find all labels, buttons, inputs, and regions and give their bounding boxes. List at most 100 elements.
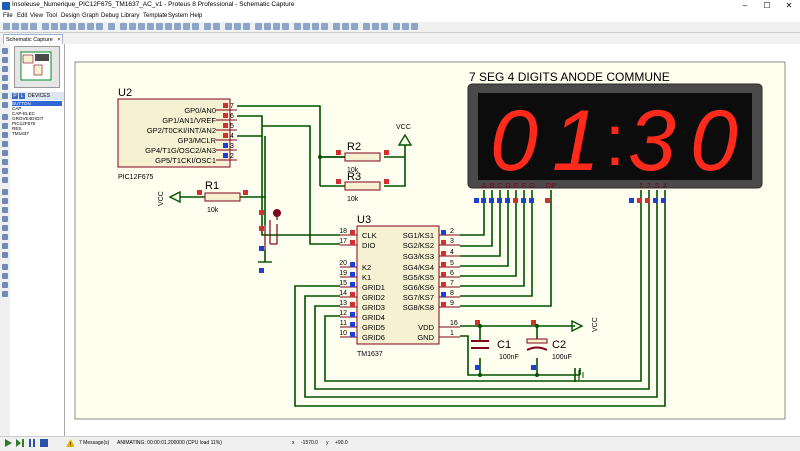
erc-icon[interactable] — [402, 23, 409, 30]
refresh-icon[interactable] — [120, 23, 127, 30]
pan-icon[interactable] — [156, 23, 163, 30]
crosshair-icon[interactable] — [147, 23, 154, 30]
2d-line-icon[interactable] — [2, 189, 8, 195]
menu-file[interactable]: File — [3, 13, 13, 19]
2d-text-icon[interactable] — [2, 234, 8, 240]
button-knob-icon[interactable] — [273, 209, 281, 217]
menu-library[interactable]: Library — [121, 13, 139, 19]
menu-system[interactable]: System — [168, 13, 188, 19]
step-icon[interactable] — [16, 439, 24, 447]
stop-icon[interactable] — [40, 439, 48, 447]
netlist-icon[interactable] — [411, 23, 418, 30]
undo-icon[interactable] — [204, 23, 211, 30]
pcb-icon[interactable] — [60, 23, 67, 30]
block-rotate-icon[interactable] — [273, 23, 280, 30]
virtual-instruments-icon[interactable] — [2, 177, 8, 183]
current-probe-icon[interactable] — [2, 168, 8, 174]
text-script-mode-icon[interactable] — [2, 84, 8, 90]
voltage-probe-icon[interactable] — [2, 159, 8, 165]
graph-mode-icon[interactable] — [2, 132, 8, 138]
source-icon[interactable] — [96, 23, 103, 30]
new-icon[interactable] — [3, 23, 10, 30]
menu-graph[interactable]: Graph — [82, 13, 99, 19]
property-tool-icon[interactable] — [351, 23, 358, 30]
zoom-in-icon[interactable] — [165, 23, 172, 30]
3d-icon[interactable] — [69, 23, 76, 30]
component-mode-icon[interactable] — [2, 57, 8, 63]
minimize-icon[interactable]: – — [734, 0, 756, 12]
2d-circle-icon[interactable] — [2, 207, 8, 213]
u2-pic12f675[interactable]: U2 PIC12F675 GP0/AN0 GP1/AN1/VREF GP2/T0… — [117, 87, 237, 181]
copy-icon[interactable] — [234, 23, 241, 30]
gerber-icon[interactable] — [78, 23, 85, 30]
cut-icon[interactable] — [225, 23, 232, 30]
origin-icon[interactable] — [138, 23, 145, 30]
bom-icon[interactable] — [87, 23, 94, 30]
mirror-x-icon[interactable] — [2, 282, 8, 288]
library-manager-button[interactable]: L — [19, 93, 25, 99]
2d-box-icon[interactable] — [2, 198, 8, 204]
tape-recorder-icon[interactable] — [2, 141, 8, 147]
block-move-icon[interactable] — [264, 23, 271, 30]
wire-autorouter-icon[interactable] — [333, 23, 340, 30]
close-project-icon[interactable] — [30, 23, 37, 30]
message-count[interactable]: 7 Message(s) — [79, 440, 109, 446]
remove-sheet-icon[interactable] — [372, 23, 379, 30]
close-icon[interactable]: ✕ — [778, 0, 800, 12]
wire-label-mode-icon[interactable] — [2, 75, 8, 81]
bill-of-materials-icon[interactable] — [393, 23, 400, 30]
junction-mode-icon[interactable] — [2, 66, 8, 72]
2d-symbol-icon[interactable] — [2, 243, 8, 249]
device-pins-mode-icon[interactable] — [2, 123, 8, 129]
overview-window[interactable] — [14, 46, 60, 88]
selection-mode-icon[interactable] — [2, 48, 8, 54]
menu-edit[interactable]: Edit — [17, 13, 27, 19]
menu-template[interactable]: Template — [143, 13, 167, 19]
device-item[interactable]: TM1637 — [12, 131, 29, 136]
decompose-icon[interactable] — [321, 23, 328, 30]
tab-close-icon[interactable]: × — [57, 37, 60, 43]
terminals-mode-icon[interactable] — [2, 114, 8, 120]
paste-icon[interactable] — [243, 23, 250, 30]
play-icon[interactable] — [4, 439, 12, 447]
redo-icon[interactable] — [213, 23, 220, 30]
exit-parent-icon[interactable] — [381, 23, 388, 30]
mirror-y-icon[interactable] — [2, 291, 8, 297]
block-delete-icon[interactable] — [282, 23, 289, 30]
2d-path-icon[interactable] — [2, 225, 8, 231]
tab-schematic-capture[interactable]: Schematic Capture × — [3, 34, 63, 44]
new-sheet-icon[interactable] — [363, 23, 370, 30]
rotate-ccw-icon[interactable] — [2, 273, 8, 279]
zoom-out-icon[interactable] — [174, 23, 181, 30]
block-copy-icon[interactable] — [255, 23, 262, 30]
zoom-all-icon[interactable] — [183, 23, 190, 30]
2d-arc-icon[interactable] — [2, 216, 8, 222]
menu-help[interactable]: Help — [190, 13, 202, 19]
schematic-icon[interactable] — [51, 23, 58, 30]
menu-design[interactable]: Design — [61, 13, 80, 19]
schematic-sheet[interactable]: U2 PIC12F675 GP0/AN0 GP1/AN1/VREF GP2/T0… — [65, 44, 800, 436]
search-icon[interactable] — [342, 23, 349, 30]
menu-view[interactable]: View — [30, 13, 43, 19]
package-icon[interactable] — [312, 23, 319, 30]
grid-icon[interactable] — [129, 23, 136, 30]
generator-mode-icon[interactable] — [2, 150, 8, 156]
colon-glyph: : — [605, 101, 625, 181]
maximize-icon[interactable]: ☐ — [756, 0, 778, 12]
pick-device-icon[interactable] — [294, 23, 301, 30]
2d-markers-icon[interactable] — [2, 252, 8, 258]
make-device-icon[interactable] — [303, 23, 310, 30]
help-icon[interactable] — [108, 23, 115, 30]
buses-mode-icon[interactable] — [2, 93, 8, 99]
home-icon[interactable] — [42, 23, 49, 30]
subcircuit-mode-icon[interactable] — [2, 102, 8, 108]
pick-devices-button[interactable]: P — [12, 93, 18, 99]
menu-debug[interactable]: Debug — [101, 13, 119, 19]
save-icon[interactable] — [21, 23, 28, 30]
open-icon[interactable] — [12, 23, 19, 30]
seven-segment-display[interactable]: 7 SEG 4 DIGITS ANODE COMMUNE 0 1 : 3 0 A… — [467, 70, 763, 203]
zoom-area-icon[interactable] — [192, 23, 199, 30]
pause-icon[interactable] — [28, 439, 36, 447]
rotate-cw-icon[interactable] — [2, 264, 8, 270]
menu-tool[interactable]: Tool — [46, 13, 57, 19]
